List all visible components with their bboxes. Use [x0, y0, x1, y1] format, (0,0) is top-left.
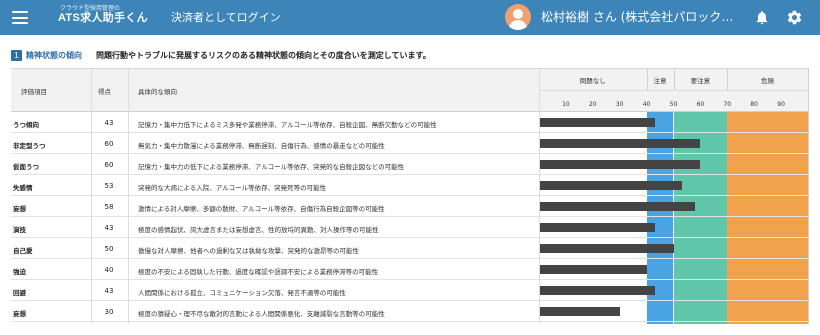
row-trend: 極度の不安による固執した行動、過度な確認や語調不安による業務停滞等の可能性 — [138, 268, 379, 276]
row-item: 強迫 — [13, 268, 26, 276]
scale-tick: 90 — [777, 101, 785, 108]
column-divider — [539, 68, 540, 324]
row-score: 50 — [104, 245, 114, 253]
row-item: 回避 — [13, 289, 26, 297]
column-header-score: 得点 — [98, 88, 111, 96]
column-divider — [91, 68, 92, 324]
table-row: 自己愛 50 傲慢な対人摩擦、他者への過剰な又は執拗な攻撃、突発的な激昂等の可能性 — [11, 238, 808, 259]
scale-tick: 70 — [723, 101, 732, 108]
avatar-icon[interactable] — [505, 4, 531, 30]
table-header: 評価項目 得点 具体的な傾向 問題なし 注意 要注意 危険 10 20 30 40 50 60 7… — [11, 68, 808, 112]
score-bar — [539, 286, 655, 295]
row-item: 自己愛 — [13, 247, 33, 255]
login-role-label: 決済者としてログイン — [171, 11, 281, 24]
gear-icon[interactable] — [786, 9, 803, 26]
bell-icon[interactable] — [754, 9, 770, 26]
row-item: 妄想 — [13, 205, 26, 213]
row-trend: 傲慢な対人摩擦、他者への過剰な又は執拗な攻撃、突発的な激昂等の可能性 — [138, 247, 359, 255]
zone-label: 問題なし — [579, 77, 606, 85]
section-title: 精神状態の傾向 — [26, 50, 82, 60]
section-description: 問題行動やトラブルに発展するリスクのある精神状態の傾向とその度合いを測定していま… — [96, 51, 431, 60]
score-bar — [539, 244, 674, 253]
scale-row: 10 20 30 40 50 60 70 80 90 — [539, 90, 808, 112]
section-heading: 1 精神状態の傾向 — [11, 48, 82, 62]
row-trend: 無気力・集中力散漫による業務停滞、無断遅刻、自傷行為、感情の暴走などの可能性 — [138, 142, 385, 150]
brand-tagline: クラウド型採用管理の — [60, 5, 121, 12]
zone-divider — [646, 69, 648, 90]
zone-label: 注意 — [653, 77, 667, 85]
zone-divider — [727, 69, 729, 90]
row-trend: 極度の感情起伏、誇大虚言または妄想虚言、性的放埒的異動、対人操作等の可能性 — [138, 226, 379, 234]
score-bar — [539, 223, 655, 232]
brand-name: ATS求人助手くん — [58, 12, 148, 24]
row-score: 30 — [104, 308, 114, 316]
scale-tick: 80 — [750, 101, 758, 108]
score-bar — [539, 139, 701, 148]
menu-icon[interactable] — [12, 11, 28, 24]
scale-tick: 30 — [615, 101, 624, 108]
row-score: 53 — [104, 182, 114, 190]
row-trend: 人間関係における孤立、コミュニケーション欠落、発言不適等の可能性 — [138, 289, 346, 297]
user-name[interactable]: 松村裕樹 さん (株式会社パロックワークス) — [541, 9, 736, 25]
table-row: 失感情 53 突発的な大病による入院、アルコール等依存、突発死等の可能性 — [11, 175, 808, 196]
row-score: 43 — [104, 224, 114, 232]
table-right-border — [808, 68, 809, 324]
score-bar — [539, 118, 655, 127]
row-score: 43 — [104, 287, 114, 295]
row-trend: 極度の猜疑心・理不尽な敵対的言動による人間関係悪化、支離滅裂な言動等の可能性 — [138, 310, 385, 318]
table-row: 回避 43 人間関係における孤立、コミュニケーション欠落、発言不適等の可能性 — [11, 280, 808, 301]
row-item: うつ傾向 — [13, 121, 39, 129]
row-score: 43 — [104, 119, 114, 127]
row-item: 失感情 — [13, 184, 33, 192]
row-item: 非定型うつ — [13, 142, 46, 150]
column-header-item: 評価項目 — [21, 88, 47, 96]
row-trend: 記憶力・集中力の低下による業務停滞、アルコール等依存、突発的な自殺企図などの可能… — [138, 163, 405, 171]
score-bar — [539, 265, 647, 274]
scale-tick: 40 — [642, 101, 651, 108]
score-bar — [539, 202, 696, 211]
table-row: うつ傾向 43 記憶力・集中力低下によるミス多発や業務停滞、アルコール等依存、自殺企… — [11, 112, 808, 133]
score-bar — [539, 160, 701, 169]
table-row: 非定型うつ 60 無気力・集中力散漫による業務停滞、無断遅刻、自傷行為、感情の暴走な… — [11, 133, 808, 154]
row-score: 58 — [104, 203, 114, 211]
zone-label: 要注意 — [690, 77, 711, 85]
row-item: 妄想 — [13, 310, 26, 318]
column-divider — [128, 68, 129, 324]
scale-tick: 50 — [669, 101, 678, 108]
table-row: 強迫 40 極度の不安による固執した行動、過度な確認や語調不安による業務停滞等の可能… — [11, 259, 808, 280]
row-score: 60 — [104, 140, 114, 148]
table-row: 妄想 30 極度の猜疑心・理不尽な敵対的言動による人間関係悪化、支離滅裂な言動等の可… — [11, 301, 808, 322]
score-bar — [539, 181, 682, 190]
row-item: 仮面うつ — [13, 163, 39, 171]
row-trend: 激情による対人摩擦、多額の散財、アルコール等依存、自傷行為自殺企図等の可能性 — [138, 205, 385, 213]
zone-divider — [673, 69, 675, 90]
column-header-trend: 具体的な傾向 — [138, 88, 177, 96]
row-score: 60 — [104, 161, 114, 169]
zone-label: 危険 — [761, 77, 775, 85]
top-app-bar: クラウド型採用管理の ATS求人助手くん 決済者としてログイン 松村裕樹 さん … — [0, 0, 820, 35]
scale-tick: 20 — [588, 101, 597, 108]
row-trend: 突発的な大病による入院、アルコール等依存、突発死等の可能性 — [138, 184, 327, 192]
row-item: 演技 — [13, 226, 26, 234]
app-logo[interactable]: クラウド型採用管理の ATS求人助手くん — [58, 5, 148, 25]
score-bar — [539, 307, 620, 316]
table-row: 演技 43 極度の感情起伏、誇大虚言または妄想虚言、性的放埒的異動、対人操作等の可能… — [11, 217, 808, 238]
table-row: 妄想 58 激情による対人摩擦、多額の散財、アルコール等依存、自傷行為自殺企図等の可… — [11, 196, 808, 217]
scale-tick: 10 — [562, 101, 570, 108]
row-score: 40 — [104, 266, 114, 274]
section-number: 1 — [11, 49, 22, 61]
table-row: 仮面うつ 60 記憶力・集中力の低下による業務停滞、アルコール等依存、突発的な自殺企… — [11, 154, 808, 175]
row-trend: 記憶力・集中力低下によるミス多発や業務停滞、アルコール等依存、自殺企図、無断欠勤… — [138, 121, 437, 129]
scale-tick: 60 — [696, 101, 705, 108]
